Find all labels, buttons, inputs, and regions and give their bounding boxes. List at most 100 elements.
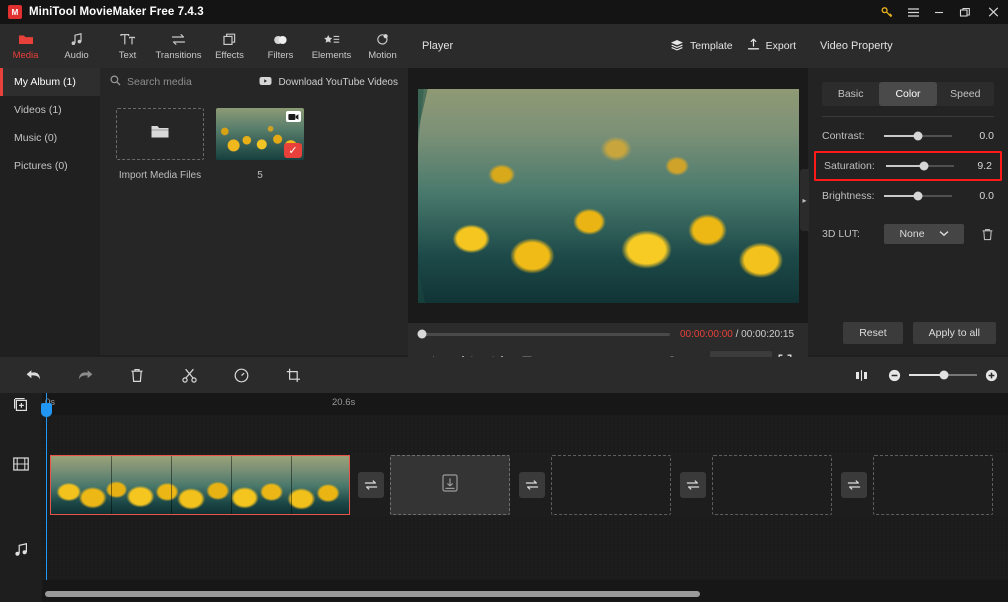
album-videos-label: Videos (1) [14, 104, 62, 116]
reset-label: Reset [859, 327, 887, 339]
motion-icon [376, 32, 390, 47]
brightness-slider[interactable] [884, 191, 952, 201]
close-button[interactable] [978, 0, 1008, 24]
split-button[interactable] [170, 357, 208, 393]
media-thumbnail[interactable]: ✓ [216, 108, 304, 160]
placeholder-clip[interactable] [551, 455, 671, 515]
player-header: Player Template Export [408, 24, 808, 68]
tab-color[interactable]: Color [879, 82, 937, 106]
window-title: MiniTool MovieMaker Free 7.4.3 [29, 6, 204, 18]
brightness-row: Brightness: 0.0 [808, 181, 1008, 211]
delete-lut-button[interactable] [981, 228, 994, 241]
contrast-row: Contrast: 0.0 [808, 121, 1008, 151]
video-preview[interactable] [417, 88, 799, 303]
time-display: 00:00:00:00 / 00:00:20:15 [680, 329, 794, 340]
media-content: Search media Download YouTube Videos Imp… [100, 68, 408, 355]
saturation-label: Saturation: [824, 160, 875, 172]
tab-transitions[interactable]: Transitions [153, 24, 204, 68]
reset-button[interactable]: Reset [843, 322, 903, 344]
download-youtube-button[interactable]: Download YouTube Videos [259, 76, 398, 89]
media-grid: Import Media Files ✓ 5 [100, 96, 408, 181]
effects-icon [222, 32, 237, 47]
album-my-album-label: My Album (1) [14, 76, 76, 88]
timeline-ruler[interactable]: 0s 20.6s [42, 393, 1008, 415]
duration-time: 00:00:20:15 [741, 328, 794, 340]
tab-effects[interactable]: Effects [204, 24, 255, 68]
layers-icon [670, 39, 684, 54]
tab-speed[interactable]: Speed [937, 82, 994, 106]
minimize-button[interactable] [926, 0, 952, 24]
tab-filters-label: Filters [267, 49, 294, 61]
zoom-in-button[interactable] [985, 369, 998, 382]
placeholder-clip[interactable] [873, 455, 993, 515]
property-footer: Reset Apply to all [808, 311, 1008, 355]
track-band-top [42, 415, 1008, 453]
placeholder-clip[interactable] [390, 455, 510, 515]
search-placeholder: Search media [127, 76, 192, 88]
text-icon [119, 32, 136, 47]
saturation-slider[interactable] [886, 161, 954, 171]
lut-select[interactable]: None [884, 224, 964, 244]
timeline-scrollbar-thumb[interactable] [45, 591, 700, 597]
drop-media-icon [442, 473, 458, 497]
youtube-icon [259, 76, 272, 89]
tab-media-label: Media [12, 49, 39, 61]
timeline-zoom-knob[interactable] [939, 370, 949, 380]
contrast-knob[interactable] [913, 131, 923, 141]
album-my-album[interactable]: My Album (1) [0, 68, 100, 96]
zoom-out-button[interactable] [888, 369, 901, 382]
download-youtube-label: Download YouTube Videos [278, 76, 398, 88]
selected-check-icon[interactable]: ✓ [284, 143, 302, 158]
contrast-slider[interactable] [884, 131, 952, 141]
redo-button[interactable] [66, 357, 104, 393]
transition-slot[interactable] [519, 472, 545, 498]
undo-button[interactable] [14, 357, 52, 393]
tab-audio[interactable]: Audio [51, 24, 102, 68]
media-item[interactable]: ✓ 5 [216, 108, 304, 181]
tab-filters[interactable]: Filters [255, 24, 306, 68]
saturation-knob[interactable] [919, 161, 929, 171]
brightness-knob[interactable] [913, 191, 923, 201]
tab-basic[interactable]: Basic [822, 82, 879, 106]
tab-elements[interactable]: Elements [306, 24, 357, 68]
video-property-panel: ▸ Video Property Basic Color Speed Contr… [800, 24, 1008, 355]
timeline-toolbar [0, 357, 1008, 393]
apply-to-all-button[interactable]: Apply to all [912, 322, 996, 344]
add-track-icon[interactable] [0, 395, 42, 415]
placeholder-clip[interactable] [712, 455, 832, 515]
crop-button[interactable] [274, 357, 312, 393]
album-pictures[interactable]: Pictures (0) [0, 152, 100, 180]
album-videos[interactable]: Videos (1) [0, 96, 100, 124]
restore-button[interactable] [952, 0, 978, 24]
album-music[interactable]: Music (0) [0, 124, 100, 152]
timeline-scrollbar-track[interactable] [42, 590, 1002, 598]
video-clip[interactable] [50, 455, 350, 515]
seek-slider[interactable] [417, 329, 670, 339]
delete-button[interactable] [118, 357, 156, 393]
template-button[interactable]: Template [670, 39, 733, 54]
seek-knob[interactable] [417, 329, 427, 339]
tab-media[interactable]: Media [0, 24, 51, 68]
saturation-value: 9.2 [977, 160, 992, 172]
key-icon[interactable] [874, 0, 900, 24]
export-button[interactable]: Export [747, 38, 796, 54]
import-media-cell[interactable]: Import Media Files [116, 108, 204, 181]
transition-slot[interactable] [680, 472, 706, 498]
tab-basic-label: Basic [837, 88, 864, 100]
search-input[interactable]: Search media [110, 73, 192, 91]
fit-timeline-icon[interactable] [855, 369, 868, 382]
playhead-handle[interactable] [41, 403, 52, 417]
tab-text[interactable]: Text [102, 24, 153, 68]
tab-motion[interactable]: Motion [357, 24, 408, 68]
video-track-icon [0, 453, 42, 475]
playhead[interactable] [41, 393, 52, 580]
chevron-down-icon [939, 228, 949, 240]
timeline-zoom-slider[interactable] [909, 370, 977, 380]
menu-icon[interactable] [900, 0, 926, 24]
transition-slot[interactable] [358, 472, 384, 498]
media-item-label: 5 [257, 170, 263, 181]
current-time: 00:00:00:00 [680, 328, 733, 340]
speed-button[interactable] [222, 357, 260, 393]
import-drop-zone[interactable] [116, 108, 204, 160]
transition-slot[interactable] [841, 472, 867, 498]
